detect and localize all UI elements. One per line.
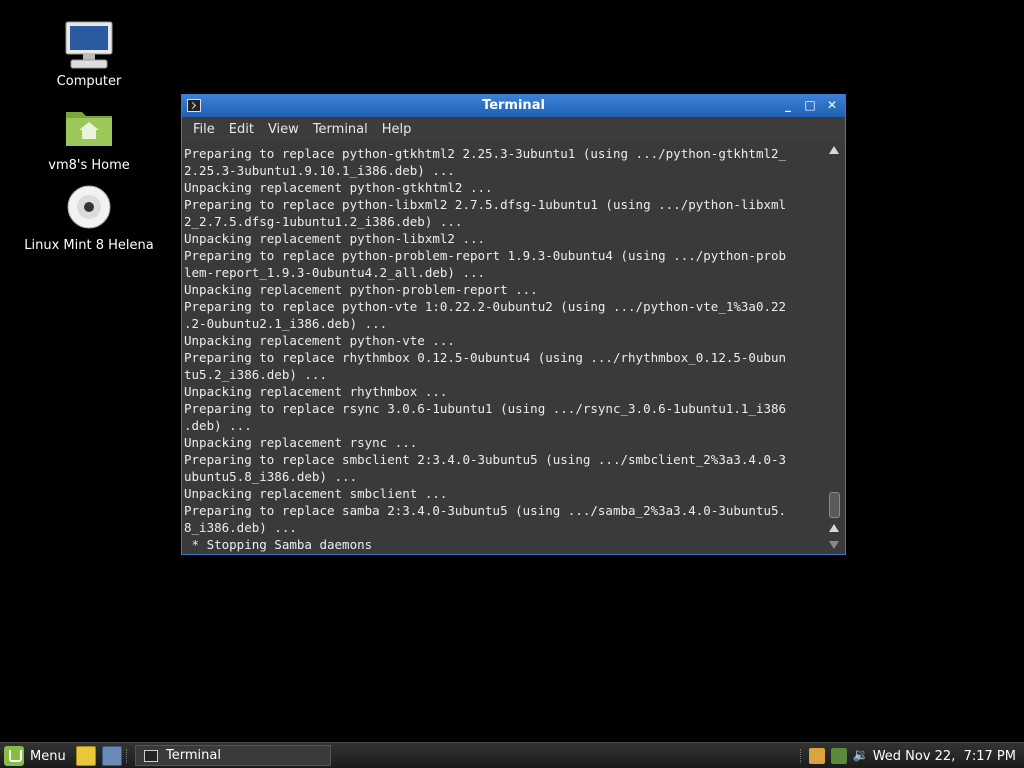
text-editor-launcher-icon[interactable]	[76, 746, 96, 766]
terminal-line: lem-report_1.9.3-0ubuntu4.2_all.deb) ...	[184, 265, 486, 280]
terminal-line: Preparing to replace smbclient 2:3.4.0-3…	[184, 452, 787, 467]
desktop-icon-label: Linux Mint 8 Helena	[24, 238, 154, 253]
terminal-line: Preparing to replace python-vte 1:0.22.2…	[184, 299, 787, 314]
network-icon[interactable]	[830, 748, 847, 764]
menu-help[interactable]: Help	[375, 122, 419, 137]
terminal-line: Unpacking replacement rsync ...	[184, 435, 418, 450]
terminal-line: Preparing to replace rsync 3.0.6-1ubuntu…	[184, 401, 787, 416]
scroll-down-arrow-icon[interactable]	[829, 541, 839, 549]
terminal-line: Preparing to replace python-libxml2 2.7.…	[184, 197, 787, 212]
system-tray: 🔉 Wed Nov 22, 7:17 PM	[799, 745, 1016, 767]
menu-button[interactable]: Menu	[4, 745, 66, 767]
maximize-button[interactable]: □	[803, 98, 817, 112]
menu-edit[interactable]: Edit	[222, 122, 261, 137]
terminal-line: 8_i386.deb) ...	[184, 520, 297, 535]
scroll-up-arrow-icon[interactable]	[829, 524, 839, 532]
terminal-line: Preparing to replace samba 2:3.4.0-3ubun…	[184, 503, 787, 518]
menu-terminal[interactable]: Terminal	[306, 122, 375, 137]
terminal-line: Unpacking replacement python-vte ...	[184, 333, 455, 348]
window-titlebar[interactable]: Terminal _ □ ✕	[182, 95, 845, 117]
mint-logo-icon	[4, 746, 24, 766]
terminal-line: 2_2.7.5.dfsg-1ubuntu1.2_i386.deb) ...	[184, 214, 463, 229]
computer-icon	[63, 20, 115, 70]
scrollbar-thumb[interactable]	[829, 492, 840, 518]
terminal-line: Preparing to replace rhythmbox 0.12.5-0u…	[184, 350, 787, 365]
desktop-icon-label: vm8's Home	[48, 158, 130, 173]
taskbar-item-terminal[interactable]: Terminal	[135, 745, 331, 766]
terminal-line: .deb) ...	[184, 418, 252, 433]
minimize-button[interactable]: _	[781, 98, 795, 112]
clock[interactable]: Wed Nov 22, 7:17 PM	[873, 749, 1016, 764]
menu-bar: File Edit View Terminal Help	[182, 117, 845, 142]
terminal-window: Terminal _ □ ✕ File Edit View Terminal H…	[181, 94, 846, 555]
window-title: Terminal	[482, 98, 545, 113]
vertical-scrollbar[interactable]	[825, 142, 845, 554]
terminal-line: Unpacking replacement python-libxml2 ...	[184, 231, 486, 246]
desktop-icon-cd[interactable]: Linux Mint 8 Helena	[14, 184, 164, 253]
terminal-line: ubuntu5.8_i386.deb) ...	[184, 469, 358, 484]
scroll-up-arrow-icon[interactable]	[829, 146, 839, 154]
menu-button-label: Menu	[30, 748, 66, 764]
update-manager-icon[interactable]	[808, 748, 825, 764]
terminal-line: Preparing to replace python-problem-repo…	[184, 248, 787, 263]
terminal-launcher-icon[interactable]	[102, 746, 122, 766]
close-button[interactable]: ✕	[825, 98, 839, 112]
desktop-icon-label: Computer	[56, 74, 122, 89]
separator	[126, 749, 129, 763]
cd-disc-icon	[63, 184, 115, 234]
taskbar: Menu Terminal 🔉 Wed Nov 22, 7:17 PM	[0, 742, 1024, 768]
separator	[799, 749, 803, 763]
terminal-line: Unpacking replacement rhythmbox ...	[184, 384, 448, 399]
terminal-line: Unpacking replacement python-gtkhtml2 ..…	[184, 180, 493, 195]
terminal-line: tu5.2_i386.deb) ...	[184, 367, 327, 382]
terminal-line: Unpacking replacement smbclient ...	[184, 486, 448, 501]
terminal-icon	[144, 749, 158, 762]
desktop-icon-computer[interactable]: Computer	[14, 20, 164, 89]
terminal-line: Preparing to replace python-gtkhtml2 2.2…	[184, 146, 787, 161]
desktop-icon-home[interactable]: vm8's Home	[14, 104, 164, 173]
terminal-line: * Stopping Samba daemons	[184, 537, 373, 552]
volume-icon[interactable]: 🔉	[853, 748, 869, 764]
home-folder-icon	[63, 104, 115, 154]
terminal-line: .2-0ubuntu2.1_i386.deb) ...	[184, 316, 388, 331]
taskbar-item-label: Terminal	[166, 748, 221, 763]
terminal-output[interactable]: Preparing to replace python-gtkhtml2 2.2…	[182, 142, 825, 554]
terminal-line: Unpacking replacement python-problem-rep…	[184, 282, 538, 297]
menu-view[interactable]: View	[261, 122, 306, 137]
terminal-line: 2.25.3-3ubuntu1.9.10.1_i386.deb) ...	[184, 163, 455, 178]
menu-file[interactable]: File	[186, 122, 222, 137]
